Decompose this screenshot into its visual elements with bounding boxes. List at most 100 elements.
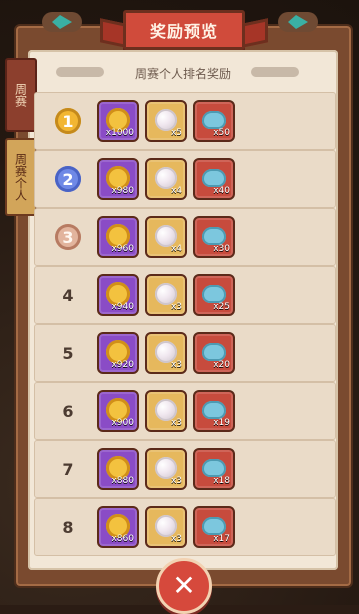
- plate-icon: [202, 169, 226, 187]
- plate-item: x20: [193, 332, 235, 374]
- pearl-item: x5: [145, 100, 187, 142]
- item-count: x4: [170, 244, 182, 254]
- reward-items: x1000 x5 x50: [97, 100, 235, 144]
- plate-item: x25: [193, 274, 235, 316]
- pearl-item: x4: [145, 216, 187, 258]
- coin-item: x860: [97, 506, 139, 548]
- subtitle-ribbon: 周赛个人排名奖励: [28, 58, 338, 88]
- coin-item: x900: [97, 390, 139, 432]
- plate-icon: [202, 401, 226, 419]
- reward-items: x920 x3 x20: [97, 332, 235, 376]
- page-title: 奖励预览: [149, 22, 218, 41]
- plate-icon: [202, 285, 226, 303]
- item-count: x30: [213, 244, 230, 254]
- item-count: x3: [170, 302, 182, 312]
- item-count: x5: [170, 128, 182, 138]
- close-icon: ✕: [172, 569, 196, 602]
- subtitle: 周赛个人排名奖励: [134, 66, 231, 81]
- ornament-right: [278, 12, 318, 32]
- plate-item: x19: [193, 390, 235, 432]
- coin-item: x940: [97, 274, 139, 316]
- item-count: x3: [170, 418, 182, 428]
- pearl-item: x3: [145, 506, 187, 548]
- rank-medal: 1: [55, 108, 81, 134]
- tab-label: 周赛: [13, 83, 28, 107]
- fish-ornament-icon: [52, 15, 72, 29]
- plate-icon: [202, 111, 226, 129]
- plate-item: x40: [193, 158, 235, 200]
- item-count: x17: [213, 534, 230, 544]
- rank-cell: 8: [43, 499, 93, 555]
- item-count: x1000: [105, 128, 134, 138]
- pearl-item: x3: [145, 274, 187, 316]
- coin-item: x1000: [97, 100, 139, 142]
- item-count: x900: [111, 418, 134, 428]
- item-count: x940: [111, 302, 134, 312]
- item-count: x980: [111, 186, 134, 196]
- reward-row: 1 x1000 x5 x50: [34, 92, 336, 150]
- rank-number: 8: [62, 517, 74, 537]
- rank-cell: 7: [43, 441, 93, 497]
- coin-item: x920: [97, 332, 139, 374]
- coin-item: x960: [97, 216, 139, 258]
- item-count: x4: [170, 186, 182, 196]
- rank-cell: 3: [43, 209, 93, 265]
- fish-ornament-icon: [288, 15, 308, 29]
- reward-row: 6 x900 x3 x19: [34, 382, 336, 440]
- plate-item: x17: [193, 506, 235, 548]
- item-count: x960: [111, 244, 134, 254]
- rank-medal: 3: [55, 224, 81, 250]
- rank-cell: 6: [43, 383, 93, 439]
- item-count: x40: [213, 186, 230, 196]
- tab-weekly-personal[interactable]: 周赛个人: [5, 138, 37, 216]
- item-count: x25: [213, 302, 230, 312]
- pearl-item: x4: [145, 158, 187, 200]
- rank-cell: 4: [43, 267, 93, 323]
- pearl-item: x3: [145, 390, 187, 432]
- rank-number: 6: [62, 401, 74, 421]
- item-count: x860: [111, 534, 134, 544]
- plate-icon: [202, 459, 226, 477]
- pearl-item: x3: [145, 448, 187, 490]
- plate-icon: [202, 517, 226, 535]
- rank-number: 1: [62, 111, 74, 131]
- tab-weekly[interactable]: 周赛: [5, 58, 37, 132]
- reward-row: 4 x940 x3 x25: [34, 266, 336, 324]
- rank-cell: 5: [43, 325, 93, 381]
- coin-item: x880: [97, 448, 139, 490]
- rank-medal: 2: [55, 166, 81, 192]
- plate-item: x30: [193, 216, 235, 258]
- item-count: x19: [213, 418, 230, 428]
- item-count: x3: [170, 476, 182, 486]
- reward-list[interactable]: 1 x1000 x5 x50 2 x980 x4 x40 3 x960 x4 x…: [34, 90, 336, 556]
- rank-cell: 2: [43, 151, 93, 207]
- pearl-item: x3: [145, 332, 187, 374]
- item-count: x3: [170, 534, 182, 544]
- item-count: x880: [111, 476, 134, 486]
- item-count: x20: [213, 360, 230, 370]
- plate-icon: [202, 227, 226, 245]
- reward-row: 5 x920 x3 x20: [34, 324, 336, 382]
- title-banner: 奖励预览: [123, 10, 245, 50]
- tab-label: 周赛个人: [13, 153, 28, 201]
- plate-icon: [202, 343, 226, 361]
- reward-row: 7 x880 x3 x18: [34, 440, 336, 498]
- rank-number: 4: [62, 285, 74, 305]
- reward-row: 8 x860 x3 x17: [34, 498, 336, 556]
- plate-item: x18: [193, 448, 235, 490]
- close-button[interactable]: ✕: [156, 558, 212, 614]
- plate-item: x50: [193, 100, 235, 142]
- rank-number: 5: [62, 343, 74, 363]
- item-count: x50: [213, 128, 230, 138]
- rank-cell: 1: [43, 93, 93, 149]
- rank-number: 3: [62, 227, 74, 247]
- reward-row: 3 x960 x4 x30: [34, 208, 336, 266]
- coin-item: x980: [97, 158, 139, 200]
- item-count: x3: [170, 360, 182, 370]
- rank-number: 2: [62, 169, 74, 189]
- reward-row: 2 x980 x4 x40: [34, 150, 336, 208]
- item-count: x920: [111, 360, 134, 370]
- reward-items: x880 x3 x18: [97, 448, 235, 492]
- reward-items: x900 x3 x19: [97, 390, 235, 434]
- item-count: x18: [213, 476, 230, 486]
